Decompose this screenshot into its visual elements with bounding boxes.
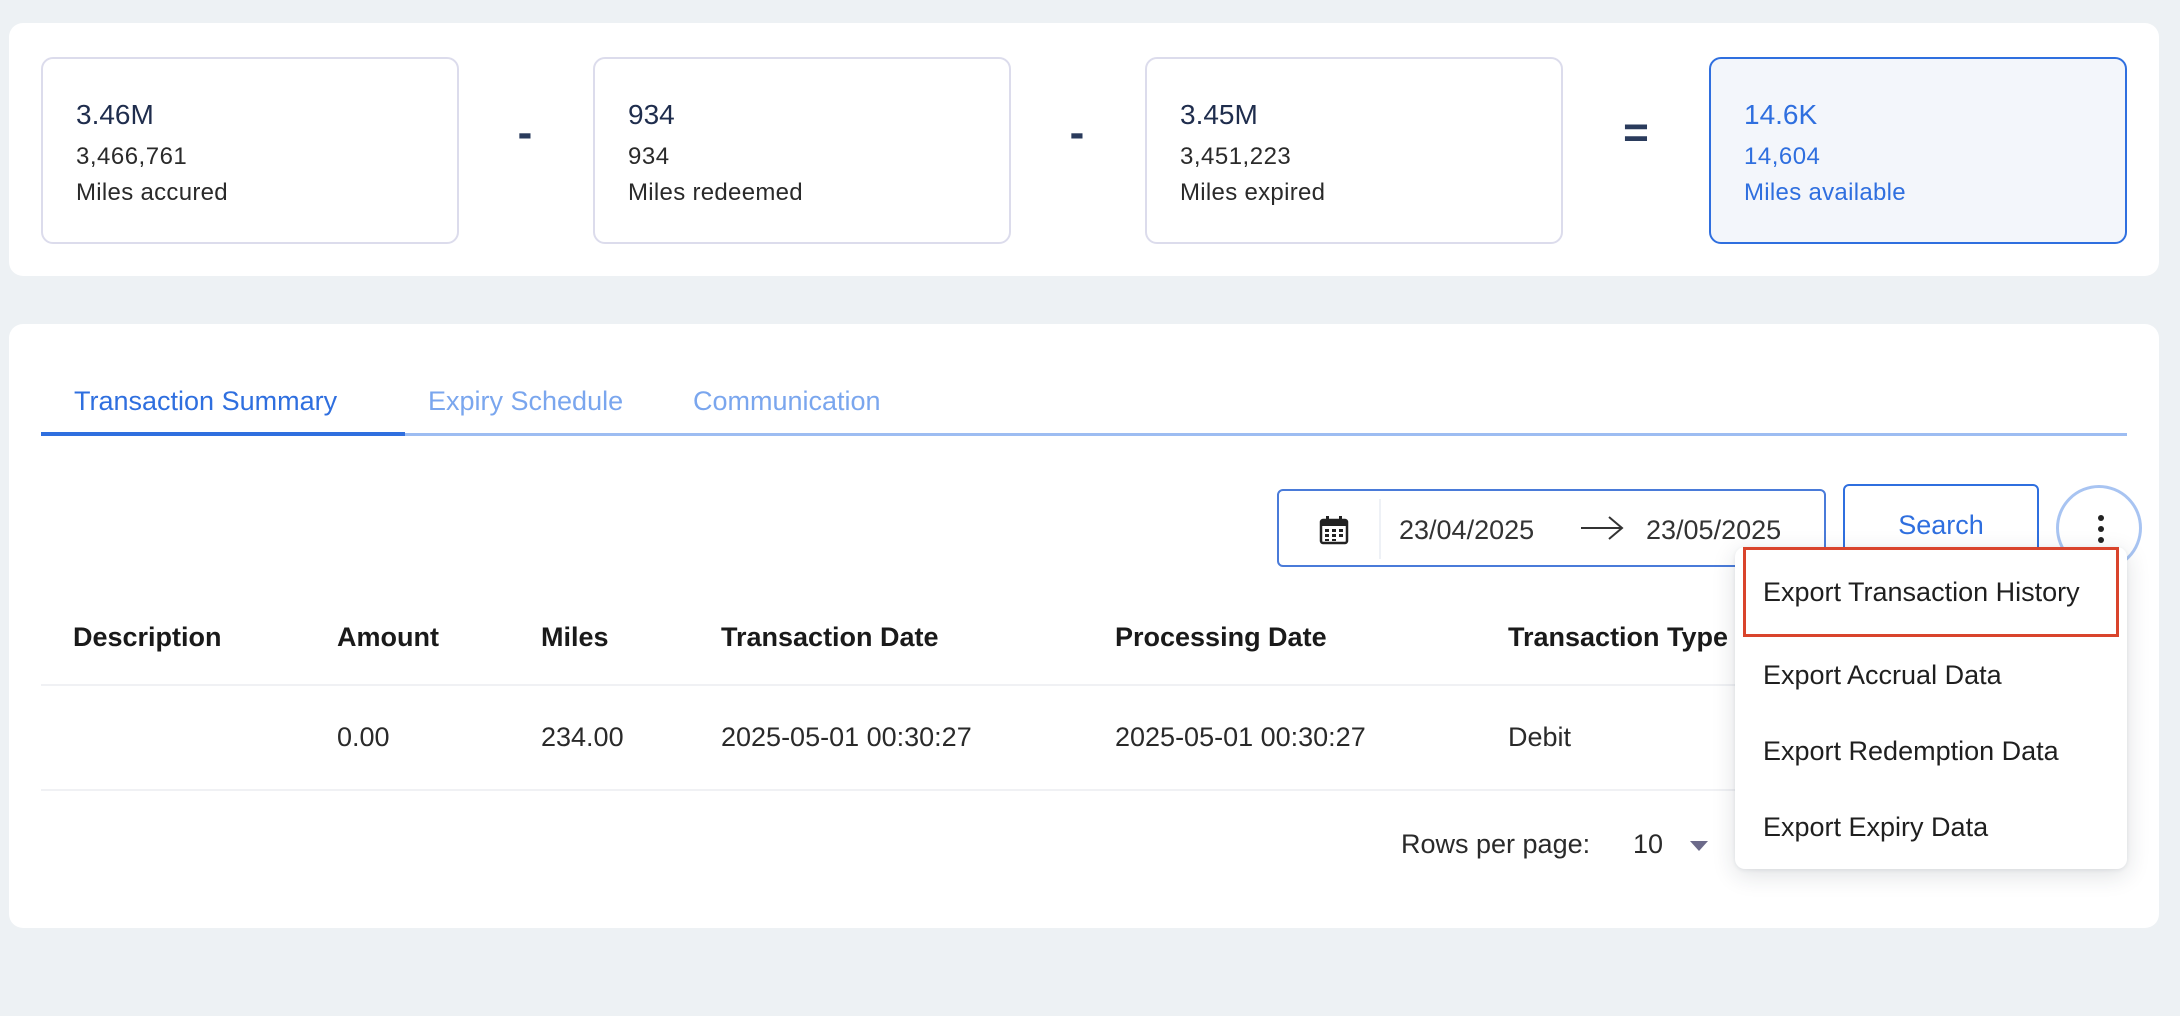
arrow-right-icon xyxy=(1581,516,1624,540)
miles-redeemed-label: Miles redeemed xyxy=(628,179,803,206)
menu-item-export-expiry-data[interactable]: Export Expiry Data xyxy=(1735,789,2127,865)
calendar-icon xyxy=(1319,516,1349,545)
date-picker-divider xyxy=(1379,499,1381,559)
cell-processing-date: 2025-05-01 00:30:27 xyxy=(1115,722,1366,752)
tab-label: Transaction Summary xyxy=(74,386,338,416)
miles-summary-panel: 3.46M 3,466,761 Miles accured - 934 934 … xyxy=(9,23,2159,276)
miles-expired-card: 3.45M 3,451,223 Miles expired xyxy=(1145,57,1563,244)
miles-redeemed-value: 934 xyxy=(628,143,670,170)
equals-operator: = xyxy=(1623,108,1649,157)
rows-per-page-value[interactable]: 10 xyxy=(1633,829,1663,860)
miles-accrued-short: 3.46M xyxy=(76,99,154,130)
more-vertical-icon xyxy=(2098,526,2104,532)
active-tab-indicator xyxy=(41,432,405,436)
cell-miles: 234.00 xyxy=(541,722,624,752)
column-header-transaction-type: Transaction Type xyxy=(1508,622,1729,652)
column-header-transaction-date: Transaction Date xyxy=(721,622,939,652)
caret-down-icon[interactable] xyxy=(1690,841,1708,851)
minus-operator: - xyxy=(517,108,533,157)
end-date-input[interactable]: 23/05/2025 xyxy=(1646,515,1781,546)
column-header-amount: Amount xyxy=(337,622,439,652)
tab-communication[interactable]: Communication xyxy=(693,380,881,436)
column-header-processing-date: Processing Date xyxy=(1115,622,1327,652)
cell-transaction-date: 2025-05-01 00:30:27 xyxy=(721,722,972,752)
miles-expired-short: 3.45M xyxy=(1180,99,1258,130)
miles-available-card: 14.6K 14,604 Miles available xyxy=(1709,57,2127,244)
menu-item-export-accrual-data[interactable]: Export Accrual Data xyxy=(1735,637,2127,713)
start-date-input[interactable]: 23/04/2025 xyxy=(1399,515,1534,546)
more-vertical-icon xyxy=(2098,515,2104,521)
rows-per-page-label: Rows per page: xyxy=(1401,829,1591,859)
miles-expired-label: Miles expired xyxy=(1180,179,1326,206)
cell-amount: 0.00 xyxy=(337,722,390,752)
miles-available-short: 14.6K xyxy=(1744,99,1818,130)
column-header-description: Description xyxy=(73,622,222,652)
column-header-miles: Miles xyxy=(541,622,609,652)
miles-expired-value: 3,451,223 xyxy=(1180,143,1292,170)
miles-accrued-value: 3,466,761 xyxy=(76,143,188,170)
miles-redeemed-card: 934 934 Miles redeemed xyxy=(593,57,1011,244)
cell-transaction-type: Debit xyxy=(1508,722,1572,752)
menu-item-export-redemption-data[interactable]: Export Redemption Data xyxy=(1735,713,2127,789)
miles-available-label: Miles available xyxy=(1744,179,1906,206)
miles-redeemed-short: 934 xyxy=(628,99,675,130)
menu-item-export-transaction-history[interactable]: Export Transaction History xyxy=(1743,547,2119,637)
miles-available-value: 14,604 xyxy=(1744,143,1821,170)
tab-transaction-summary[interactable]: Transaction Summary xyxy=(41,380,405,436)
export-menu: Export Transaction History Export Accrua… xyxy=(1735,547,2127,869)
more-vertical-icon xyxy=(2098,537,2104,543)
miles-accrued-card: 3.46M 3,466,761 Miles accured xyxy=(41,57,459,244)
miles-accrued-label: Miles accured xyxy=(76,179,228,206)
tab-label: Communication xyxy=(693,386,881,416)
minus-operator: - xyxy=(1069,108,1085,157)
tab-label: Expiry Schedule xyxy=(428,386,624,416)
tab-bar: Transaction Summary Expiry Schedule Comm… xyxy=(41,380,2127,436)
tab-expiry-schedule[interactable]: Expiry Schedule xyxy=(428,380,623,436)
